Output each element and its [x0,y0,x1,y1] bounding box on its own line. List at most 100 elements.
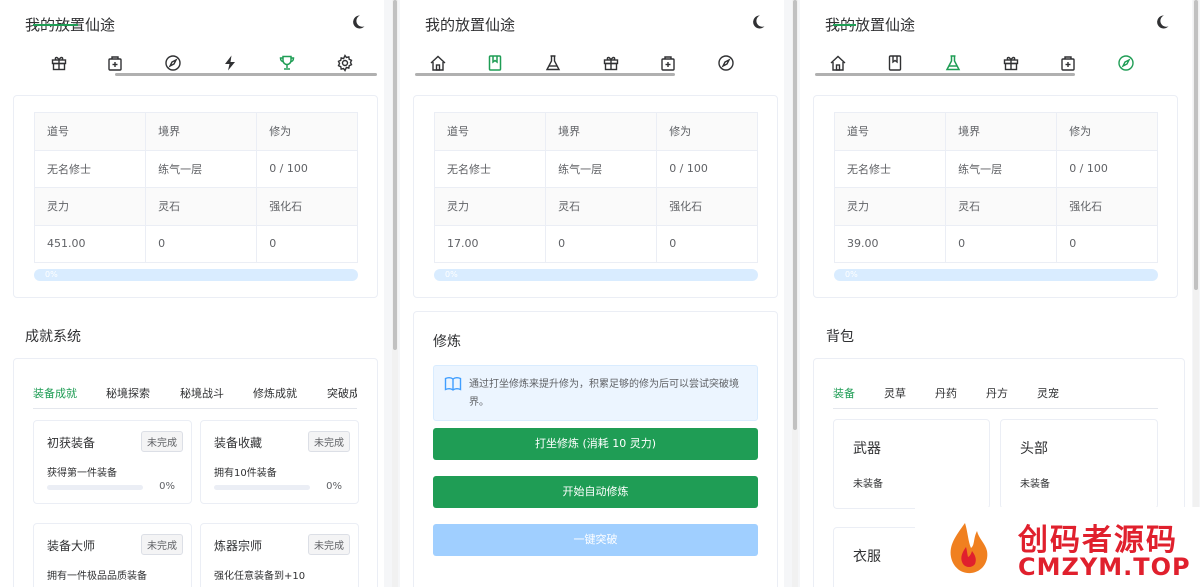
watermark-logo-icon [950,523,988,574]
value-jingjie: 练气一层 [545,149,658,188]
flask-icon[interactable] [544,54,562,72]
gear-icon[interactable] [336,54,354,72]
header: 我的放置仙途 [800,0,1192,46]
nav-scrollbar[interactable] [415,73,675,76]
home-icon[interactable] [429,54,447,72]
panel-scrollbar[interactable] [392,0,398,587]
value-xiuwei: 0 / 100 [656,149,758,188]
cultivation-progress-bar: 0% [834,269,1158,281]
app-root: 我的放置仙途 道号 境界 修为 无名修士 练气一层 0 / 100 灵力 灵石 强化石 45… [0,0,1200,587]
achievement-desc: 获得第一件装备 [47,468,117,479]
section-title: 背包 [826,329,854,345]
dark-mode-toggle-icon[interactable] [1154,14,1170,30]
value-daohao: 无名修士 [33,149,147,188]
app-title: 我的放置仙途 [425,16,516,34]
achievement-desc: 拥有一件极品品质装备 [47,571,147,582]
achievement-name: 装备大师 [47,539,96,553]
panel-scrollbar[interactable] [792,0,798,587]
inventory-panel: 我的放置仙途 道号 境界 修为 无名修士 练气一层 0 / 100 灵力 灵石 强化石 39… [800,0,1192,587]
stats-table: 道号 境界 修为 无名修士 练气一层 0 / 100 灵力 灵石 强化石 39.00 0 0 [833,112,1158,263]
value-daohao: 无名修士 [833,149,947,188]
meditate-button[interactable]: 打坐修炼 (消耗 10 灵力) [433,428,758,460]
equipment-slot[interactable]: 武器 未装备 [833,419,990,509]
progress-text: 0% [845,270,858,279]
achievement-name: 初获装备 [47,436,96,450]
section-title: 修炼 [433,334,461,350]
stats-card: 道号 境界 修为 无名修士 练气一层 0 / 100 灵力 灵石 强化石 17.00 0 0 0… [413,95,778,298]
achievement-card: 装备收藏 未完成 拥有10件装备 0% [200,420,359,504]
auto-cultivate-button[interactable]: 开始自动修炼 [433,476,758,508]
bag-icon[interactable] [106,54,124,72]
tab-pills[interactable]: 丹药 [935,385,957,401]
cultivation-notice: 通过打坐修炼来提升修为，积累足够的修为后可以尝试突破境界。 [433,365,758,421]
value-qianghuashi: 0 [1056,224,1158,263]
value-jingjie: 练气一层 [945,149,1058,188]
achievement-desc: 强化任意装备到+10 [214,571,306,582]
label-qianghuashi: 强化石 [656,187,758,226]
label-lingshi: 灵石 [545,187,658,226]
slot-state: 未装备 [1020,479,1050,490]
watermark-en: CMZYM.TOP [1018,553,1191,581]
home-icon[interactable] [829,54,847,72]
tab-secret-explore[interactable]: 秘境探索 [106,385,150,401]
tab-secret-battle[interactable]: 秘境战斗 [180,385,224,401]
value-lingshi: 0 [945,224,1058,263]
value-lingli: 39.00 [833,224,947,263]
notice-text: 通过打坐修炼来提升修为，积累足够的修为后可以尝试突破境界。 [469,379,739,408]
dark-mode-toggle-icon[interactable] [750,14,766,30]
compass-icon[interactable] [717,54,735,72]
stats-table: 道号 境界 修为 无名修士 练气一层 0 / 100 灵力 灵石 强化石 17.00 0 0 [433,112,758,263]
label-lingshi: 灵石 [145,187,258,226]
book-icon[interactable] [486,54,504,72]
stats-card: 道号 境界 修为 无名修士 练气一层 0 / 100 灵力 灵石 强化石 451.00 0 0 … [13,95,378,298]
value-daohao: 无名修士 [433,149,547,188]
label-jingjie: 境界 [145,112,258,151]
gift-icon[interactable] [602,54,620,72]
tab-recipes[interactable]: 丹方 [986,385,1008,401]
flask-icon[interactable] [944,54,962,72]
achievement-progress-bar [47,485,143,490]
label-lingli: 灵力 [33,187,147,226]
bolt-icon[interactable] [221,54,239,72]
tab-breakthrough[interactable]: 突破成 [327,385,357,401]
tab-divider [833,408,1158,409]
compass-icon[interactable] [1117,54,1135,72]
achievement-name: 装备收藏 [214,436,263,450]
label-xiuwei: 修为 [256,112,358,151]
tab-pets[interactable]: 灵宠 [1037,385,1059,401]
nav-scrollbar[interactable] [815,73,1075,76]
value-lingshi: 0 [545,224,658,263]
watermark: 创码者源码 CMZYM.TOP [915,507,1200,587]
tab-herbs[interactable]: 灵草 [884,385,906,401]
slot-state: 未装备 [853,479,883,490]
breakthrough-button[interactable]: 一键突破 [433,524,758,556]
bag-icon[interactable] [1059,54,1077,72]
compass-icon[interactable] [164,54,182,72]
bag-icon[interactable] [659,54,677,72]
book-icon[interactable] [886,54,904,72]
panel-scrollbar[interactable] [1193,0,1199,587]
progress-text: 0% [45,270,58,279]
active-tab-indicator [33,24,78,26]
gift-icon[interactable] [50,54,68,72]
value-qianghuashi: 0 [656,224,758,263]
achievement-desc: 拥有10件装备 [214,468,277,479]
header: 我的放置仙途 [0,0,384,46]
value-xiuwei: 0 / 100 [256,149,358,188]
tab-equipment-achievements[interactable]: 装备成就 [33,385,77,401]
section-title: 成就系统 [25,329,81,345]
equipment-slot[interactable]: 头部 未装备 [1000,419,1158,509]
dark-mode-toggle-icon[interactable] [350,14,366,30]
status-badge: 未完成 [308,431,350,452]
value-lingshi: 0 [145,224,258,263]
gift-icon[interactable] [1002,54,1020,72]
achievement-card: 初获装备 未完成 获得第一件装备 0% [33,420,192,504]
active-tab-indicator [833,24,856,26]
achievement-name: 炼器宗师 [214,539,263,553]
trophy-icon[interactable] [278,54,296,72]
value-lingli: 17.00 [433,224,547,263]
label-daohao: 道号 [833,112,947,151]
tab-cultivation-achievements[interactable]: 修炼成就 [253,385,297,401]
nav-scrollbar[interactable] [115,73,377,76]
tab-equipment[interactable]: 装备 [833,385,855,401]
